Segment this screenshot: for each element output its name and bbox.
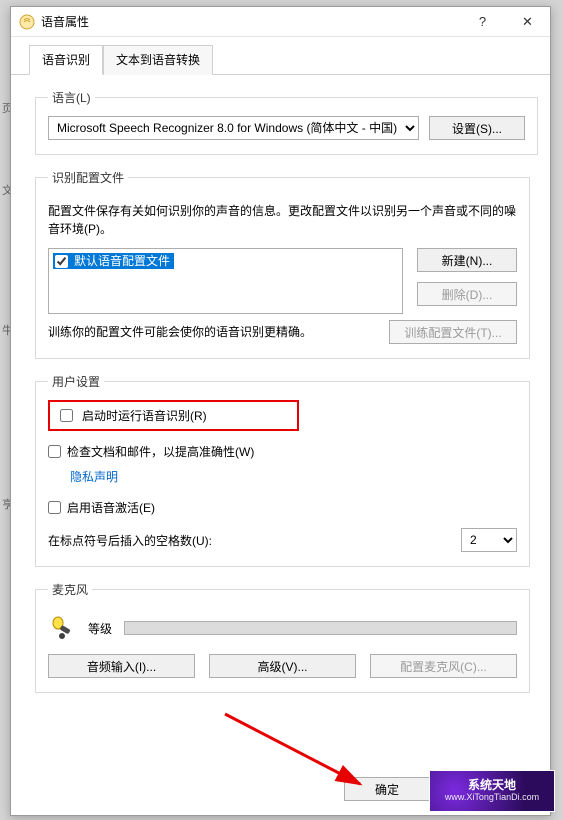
language-settings-button[interactable]: 设置(S)... <box>429 116 525 140</box>
microphone-legend: 麦克风 <box>48 581 92 598</box>
profile-item-checkbox[interactable] <box>55 255 68 268</box>
review-docs-label: 检查文档和邮件，以提高准确性(W) <box>67 443 254 460</box>
microphone-group: 麦克风 等级 音频输入(I)... 高级(V)... 配置麦克风(C)... <box>35 581 530 693</box>
review-docs-checkbox[interactable] <box>48 445 61 458</box>
privacy-link[interactable]: 隐私声明 <box>70 468 118 485</box>
profile-delete-button: 删除(D)... <box>417 282 517 306</box>
tab-strip: 语音识别 文本到语音转换 <box>11 37 550 75</box>
run-at-startup-checkbox[interactable] <box>60 409 73 422</box>
user-settings-legend: 用户设置 <box>48 373 104 390</box>
profile-item-default[interactable]: 默认语音配置文件 <box>53 253 174 269</box>
spaces-select[interactable]: 2 <box>461 528 517 552</box>
profiles-group: 识别配置文件 配置文件保存有关如何识别你的声音的信息。更改配置文件以识别另一个声… <box>35 169 530 359</box>
user-settings-group: 用户设置 启动时运行语音识别(R) 检查文档和邮件，以提高准确性(W) 隐私声明… <box>35 373 530 567</box>
voice-activation-checkbox[interactable] <box>48 501 61 514</box>
speech-icon <box>19 14 35 30</box>
voice-activation-label: 启用语音激活(E) <box>67 499 155 516</box>
tab-content: 语言(L) Microsoft Speech Recognizer 8.0 fo… <box>11 75 550 767</box>
audio-input-button[interactable]: 音频输入(I)... <box>48 654 195 678</box>
language-select[interactable]: Microsoft Speech Recognizer 8.0 for Wind… <box>48 116 419 140</box>
tab-recognition[interactable]: 语音识别 <box>29 45 103 75</box>
speech-properties-dialog: 语音属性 ? ✕ 语音识别 文本到语音转换 语言(L) Microsoft Sp… <box>10 6 551 816</box>
profiles-legend: 识别配置文件 <box>48 169 128 186</box>
train-profile-button: 训练配置文件(T)... <box>389 320 517 344</box>
level-label: 等级 <box>88 620 112 637</box>
language-group: 语言(L) Microsoft Speech Recognizer 8.0 fo… <box>35 89 538 155</box>
startup-highlight: 启动时运行语音识别(R) <box>48 400 299 431</box>
ok-button[interactable]: 确定 <box>344 777 430 801</box>
titlebar: 语音属性 ? ✕ <box>11 7 550 37</box>
configure-mic-button: 配置麦克风(C)... <box>370 654 517 678</box>
close-button[interactable]: ✕ <box>505 7 550 37</box>
watermark: 系统天地 www.XiTongTianDi.com <box>429 770 555 812</box>
window-title: 语音属性 <box>41 13 460 30</box>
profile-new-button[interactable]: 新建(N)... <box>417 248 517 272</box>
language-legend: 语言(L) <box>48 89 95 106</box>
tab-tts[interactable]: 文本到语音转换 <box>103 45 213 75</box>
microphone-icon <box>48 614 76 642</box>
watermark-url: www.XiTongTianDi.com <box>445 793 539 803</box>
mic-advanced-button[interactable]: 高级(V)... <box>209 654 356 678</box>
run-at-startup-label: 启动时运行语音识别(R) <box>82 407 207 424</box>
spaces-label: 在标点符号后插入的空格数(U): <box>48 532 451 549</box>
train-description: 训练你的配置文件可能会使你的语音识别更精确。 <box>48 323 375 341</box>
profile-item-label: 默认语音配置文件 <box>74 253 170 269</box>
profiles-description: 配置文件保存有关如何识别你的声音的信息。更改配置文件以识别另一个声音或不同的噪音… <box>48 202 517 238</box>
mic-level-meter <box>124 621 517 635</box>
profiles-listbox[interactable]: 默认语音配置文件 <box>48 248 403 314</box>
watermark-title: 系统天地 <box>468 779 516 792</box>
help-button[interactable]: ? <box>460 7 505 37</box>
